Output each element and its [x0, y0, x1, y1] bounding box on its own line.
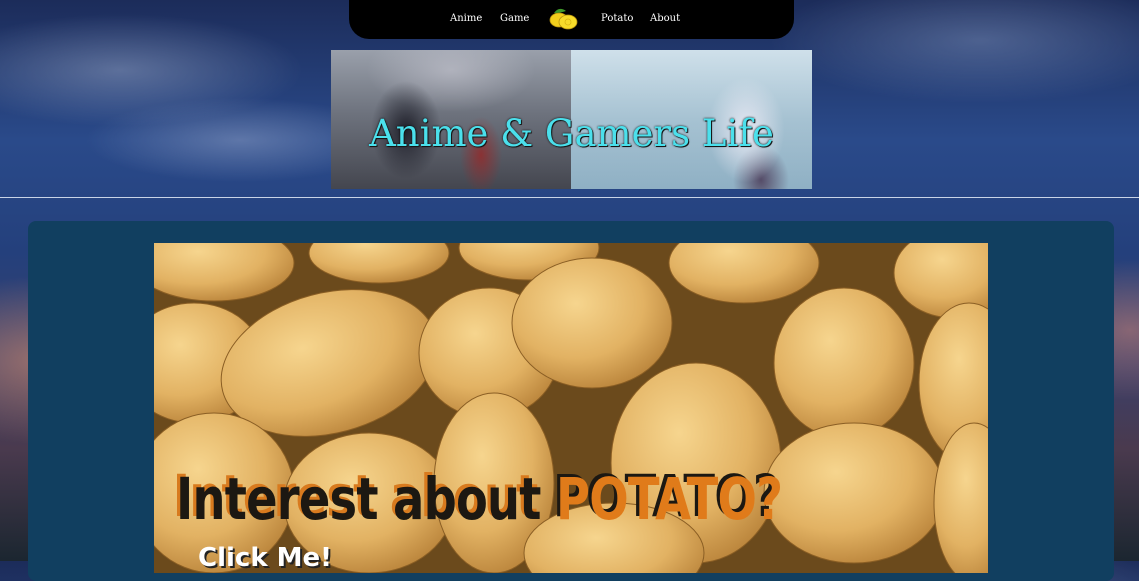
- potato-hero: Interest about POTATO? Click Me!: [154, 243, 988, 573]
- hero-headline-part1: Interest about: [176, 465, 557, 533]
- lemon-icon[interactable]: [549, 5, 579, 31]
- nav-anime-link[interactable]: Anime: [450, 13, 482, 24]
- nav-game-link[interactable]: Game: [500, 13, 529, 24]
- hero-headline-part2: POTATO?: [556, 465, 783, 533]
- hero-headline: Interest about POTATO?: [176, 465, 783, 533]
- nav-potato-link[interactable]: Potato: [601, 13, 633, 24]
- banner-title: Anime & Gamers Life: [369, 112, 774, 155]
- nav-about-link[interactable]: About: [650, 13, 680, 24]
- header-divider: [0, 197, 1139, 198]
- click-me-link[interactable]: Click Me!: [198, 543, 332, 573]
- site-banner: Anime & Gamers Life: [331, 50, 812, 189]
